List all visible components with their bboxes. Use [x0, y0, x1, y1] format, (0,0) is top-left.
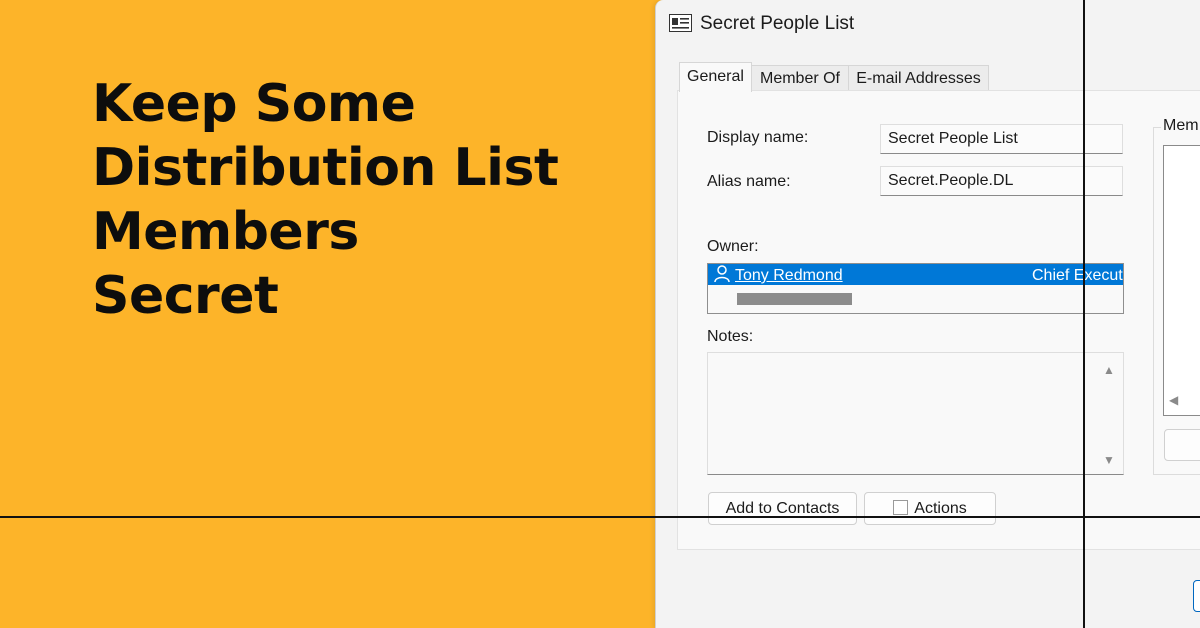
members-button[interactable]: [1164, 429, 1200, 461]
headline-line-3: Members: [92, 202, 359, 262]
notes-label: Notes:: [707, 328, 754, 345]
actions-button[interactable]: Actions: [864, 492, 996, 525]
headline-line-4: Secret: [92, 266, 279, 326]
title-bar[interactable]: Secret People List: [656, 0, 1200, 48]
display-name-label: Display name:: [707, 129, 809, 146]
headline-line-1: Keep Some: [92, 74, 416, 134]
properties-dialog: Secret People List General Member Of E-m…: [655, 0, 1200, 628]
owner-list[interactable]: Tony Redmond Chief Execut: [707, 263, 1124, 314]
notes-field[interactable]: ▲ ▼: [707, 352, 1124, 475]
notes-scrollbar[interactable]: ▲ ▼: [1095, 353, 1123, 474]
owner-name[interactable]: Tony Redmond: [735, 265, 843, 286]
person-icon: [714, 265, 730, 283]
dialog-title: Secret People List: [700, 13, 855, 34]
owner-row-selected[interactable]: Tony Redmond Chief Execut: [708, 264, 1123, 285]
tab-general[interactable]: General: [679, 62, 752, 92]
members-label: Mem: [1161, 117, 1200, 135]
actions-label: Actions: [914, 500, 967, 517]
add-to-contacts-button[interactable]: Add to Contacts: [708, 492, 857, 525]
general-tab-panel: [677, 90, 1200, 550]
contact-card-icon: [669, 14, 692, 32]
ok-button[interactable]: [1193, 580, 1200, 612]
owner-job-title: Chief Execut: [1032, 267, 1123, 284]
display-name-field[interactable]: Secret People List: [880, 124, 1123, 154]
tab-email-addresses[interactable]: E-mail Addresses: [848, 65, 989, 91]
alias-name-field[interactable]: Secret.People.DL: [880, 166, 1123, 196]
horizontal-guide-line: [0, 516, 1200, 518]
redacted-bar: [737, 293, 852, 305]
owner-label: Owner:: [707, 238, 759, 255]
tab-member-of[interactable]: Member Of: [751, 65, 849, 91]
vertical-guide-line: [1083, 0, 1085, 628]
alias-name-label: Alias name:: [707, 173, 791, 190]
members-list[interactable]: [1163, 145, 1200, 416]
headline: Keep Some Distribution List Members Secr…: [92, 72, 559, 328]
scroll-left-icon[interactable]: ◀: [1169, 393, 1178, 407]
scroll-up-icon[interactable]: ▲: [1103, 363, 1115, 377]
scroll-down-icon[interactable]: ▼: [1103, 453, 1115, 467]
headline-line-2: Distribution List: [92, 138, 559, 198]
checkbox-icon: [893, 500, 909, 515]
